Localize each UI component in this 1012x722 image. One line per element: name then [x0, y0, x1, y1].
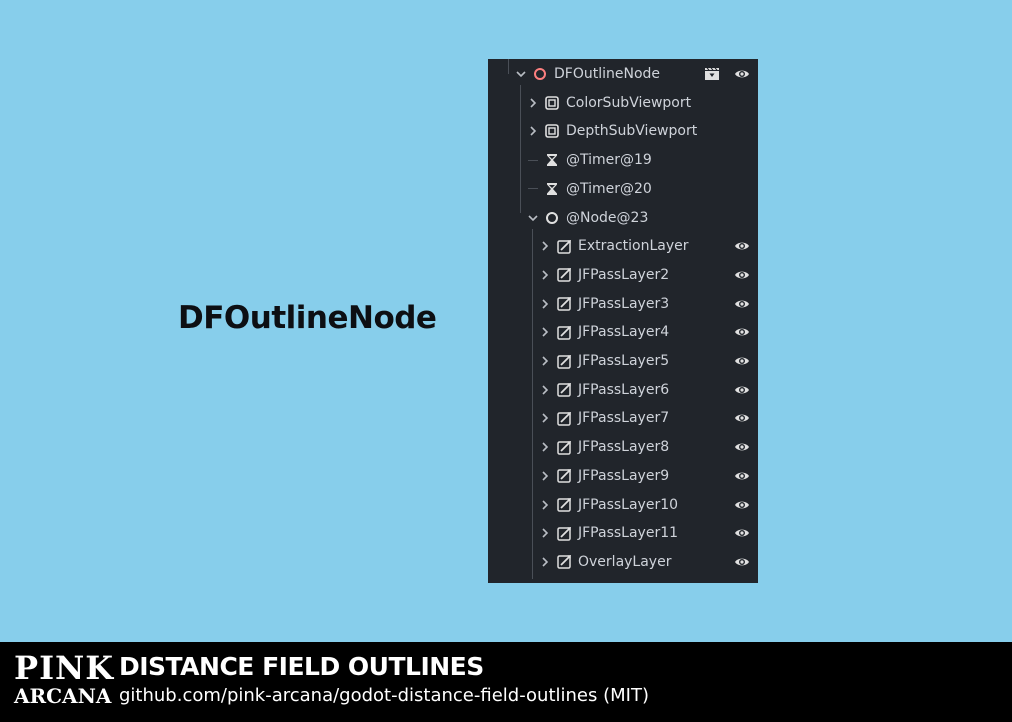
chevron-right-icon[interactable]: [526, 89, 540, 117]
tree-row-label: JFPassLayer8: [578, 439, 670, 456]
sprite-icon: [556, 296, 572, 312]
tree-row-label: JFPassLayer9: [578, 467, 670, 484]
sprite-icon: [556, 324, 572, 340]
visibility-eye-icon[interactable]: [734, 412, 750, 424]
tree-row-label: JFPassLayer7: [578, 410, 670, 427]
logo-line-2: ARCANA: [14, 684, 112, 708]
sprite-icon: [556, 497, 572, 513]
chevron-right-icon[interactable]: [538, 290, 552, 318]
visibility-eye-icon[interactable]: [734, 68, 750, 80]
tree-row[interactable]: OverlayLayer: [488, 548, 758, 576]
tree-row[interactable]: JFPassLayer10: [488, 491, 758, 519]
tree-row-label: JFPassLayer10: [578, 496, 679, 513]
tree-row-label: JFPassLayer4: [578, 324, 670, 341]
tree-row-label: OverlayLayer: [578, 553, 672, 570]
node-icon: [544, 210, 560, 226]
tree-row-label: @Node@23: [566, 209, 649, 226]
chevron-down-icon[interactable]: [526, 204, 540, 232]
sprite-icon: [556, 353, 572, 369]
chevron-right-icon[interactable]: [538, 318, 552, 346]
visibility-eye-icon[interactable]: [734, 355, 750, 367]
timer-icon: [544, 152, 560, 168]
footer-bar: PINK ARCANA DISTANCE FIELD OUTLINES gith…: [0, 642, 1012, 722]
chevron-right-icon[interactable]: [538, 261, 552, 289]
tree-row[interactable]: DepthSubViewport: [488, 117, 758, 145]
logo-line-1: PINK: [14, 649, 115, 687]
tree-row[interactable]: JFPassLayer2: [488, 261, 758, 289]
visibility-eye-icon[interactable]: [734, 269, 750, 281]
node-icon: [532, 66, 548, 82]
tree-row[interactable]: JFPassLayer8: [488, 433, 758, 461]
tree-row-label: ColorSubViewport: [566, 94, 692, 111]
tree-row[interactable]: @Timer@20: [488, 175, 758, 203]
tree-row[interactable]: @Node@23: [488, 204, 758, 232]
tree-row-label: @Timer@20: [566, 180, 652, 197]
chevron-down-icon[interactable]: [514, 60, 528, 88]
subviewport-icon: [544, 95, 560, 111]
tree-row-label: JFPassLayer11: [578, 525, 679, 542]
visibility-eye-icon[interactable]: [734, 441, 750, 453]
tree-row[interactable]: JFPassLayer3: [488, 290, 758, 318]
open-scene-icon[interactable]: [704, 67, 720, 81]
tree-row-label: @Timer@19: [566, 152, 652, 169]
sprite-icon: [556, 410, 572, 426]
scene-tree-panel: DFOutlineNode ColorSubViewport DepthSubVie…: [488, 59, 758, 583]
tree-row-label: ExtractionLayer: [578, 238, 689, 255]
chevron-right-icon[interactable]: [538, 462, 552, 490]
tree-connector: [526, 175, 540, 203]
visibility-eye-icon[interactable]: [734, 499, 750, 511]
footer-title: DISTANCE FIELD OUTLINES: [119, 652, 484, 681]
tree-row-label: JFPassLayer3: [578, 295, 670, 312]
tree-row[interactable]: JFPassLayer6: [488, 376, 758, 404]
tree-row[interactable]: JFPassLayer4: [488, 318, 758, 346]
visibility-eye-icon[interactable]: [734, 326, 750, 338]
tree-row[interactable]: ColorSubViewport: [488, 89, 758, 117]
visibility-eye-icon[interactable]: [734, 470, 750, 482]
tree-row[interactable]: JFPassLayer7: [488, 404, 758, 432]
tree-row-label: JFPassLayer5: [578, 353, 670, 369]
pink-arcana-logo: PINK ARCANA: [14, 649, 115, 712]
chevron-right-icon[interactable]: [538, 548, 552, 576]
sprite-icon: [556, 554, 572, 570]
tree-connector: [526, 146, 540, 174]
subviewport-icon: [544, 123, 560, 139]
tree-row-label: JFPassLayer2: [578, 266, 670, 283]
footer-subtitle: github.com/pink-arcana/godot-distance-fi…: [119, 685, 649, 706]
tree-row-label: DepthSubViewport: [566, 123, 698, 140]
sprite-icon: [556, 267, 572, 283]
timer-icon: [544, 181, 560, 197]
visibility-eye-icon[interactable]: [734, 556, 750, 568]
sprite-icon: [556, 238, 572, 254]
tree-row[interactable]: @Timer@19: [488, 146, 758, 174]
chevron-right-icon[interactable]: [538, 376, 552, 404]
chevron-right-icon[interactable]: [538, 519, 552, 547]
sprite-icon: [556, 525, 572, 541]
page-heading: DFOutlineNode: [178, 300, 437, 336]
tree-row[interactable]: ExtractionLayer: [488, 232, 758, 260]
visibility-eye-icon[interactable]: [734, 384, 750, 396]
chevron-right-icon[interactable]: [526, 117, 540, 145]
tree-row[interactable]: DFOutlineNode: [488, 60, 758, 88]
chevron-right-icon[interactable]: [538, 404, 552, 432]
chevron-right-icon[interactable]: [538, 347, 552, 375]
tree-row[interactable]: JFPassLayer11: [488, 519, 758, 547]
chevron-right-icon[interactable]: [538, 232, 552, 260]
visibility-eye-icon[interactable]: [734, 527, 750, 539]
tree-row[interactable]: JFPassLayer5: [488, 347, 758, 375]
sprite-icon: [556, 382, 572, 398]
tree-row[interactable]: JFPassLayer9: [488, 462, 758, 490]
tree-row-label: DFOutlineNode: [554, 66, 661, 82]
chevron-right-icon[interactable]: [538, 433, 552, 461]
tree-row-label: JFPassLayer6: [578, 381, 670, 398]
visibility-eye-icon[interactable]: [734, 298, 750, 310]
visibility-eye-icon[interactable]: [734, 240, 750, 252]
chevron-right-icon[interactable]: [538, 491, 552, 519]
sprite-icon: [556, 439, 572, 455]
sprite-icon: [556, 468, 572, 484]
